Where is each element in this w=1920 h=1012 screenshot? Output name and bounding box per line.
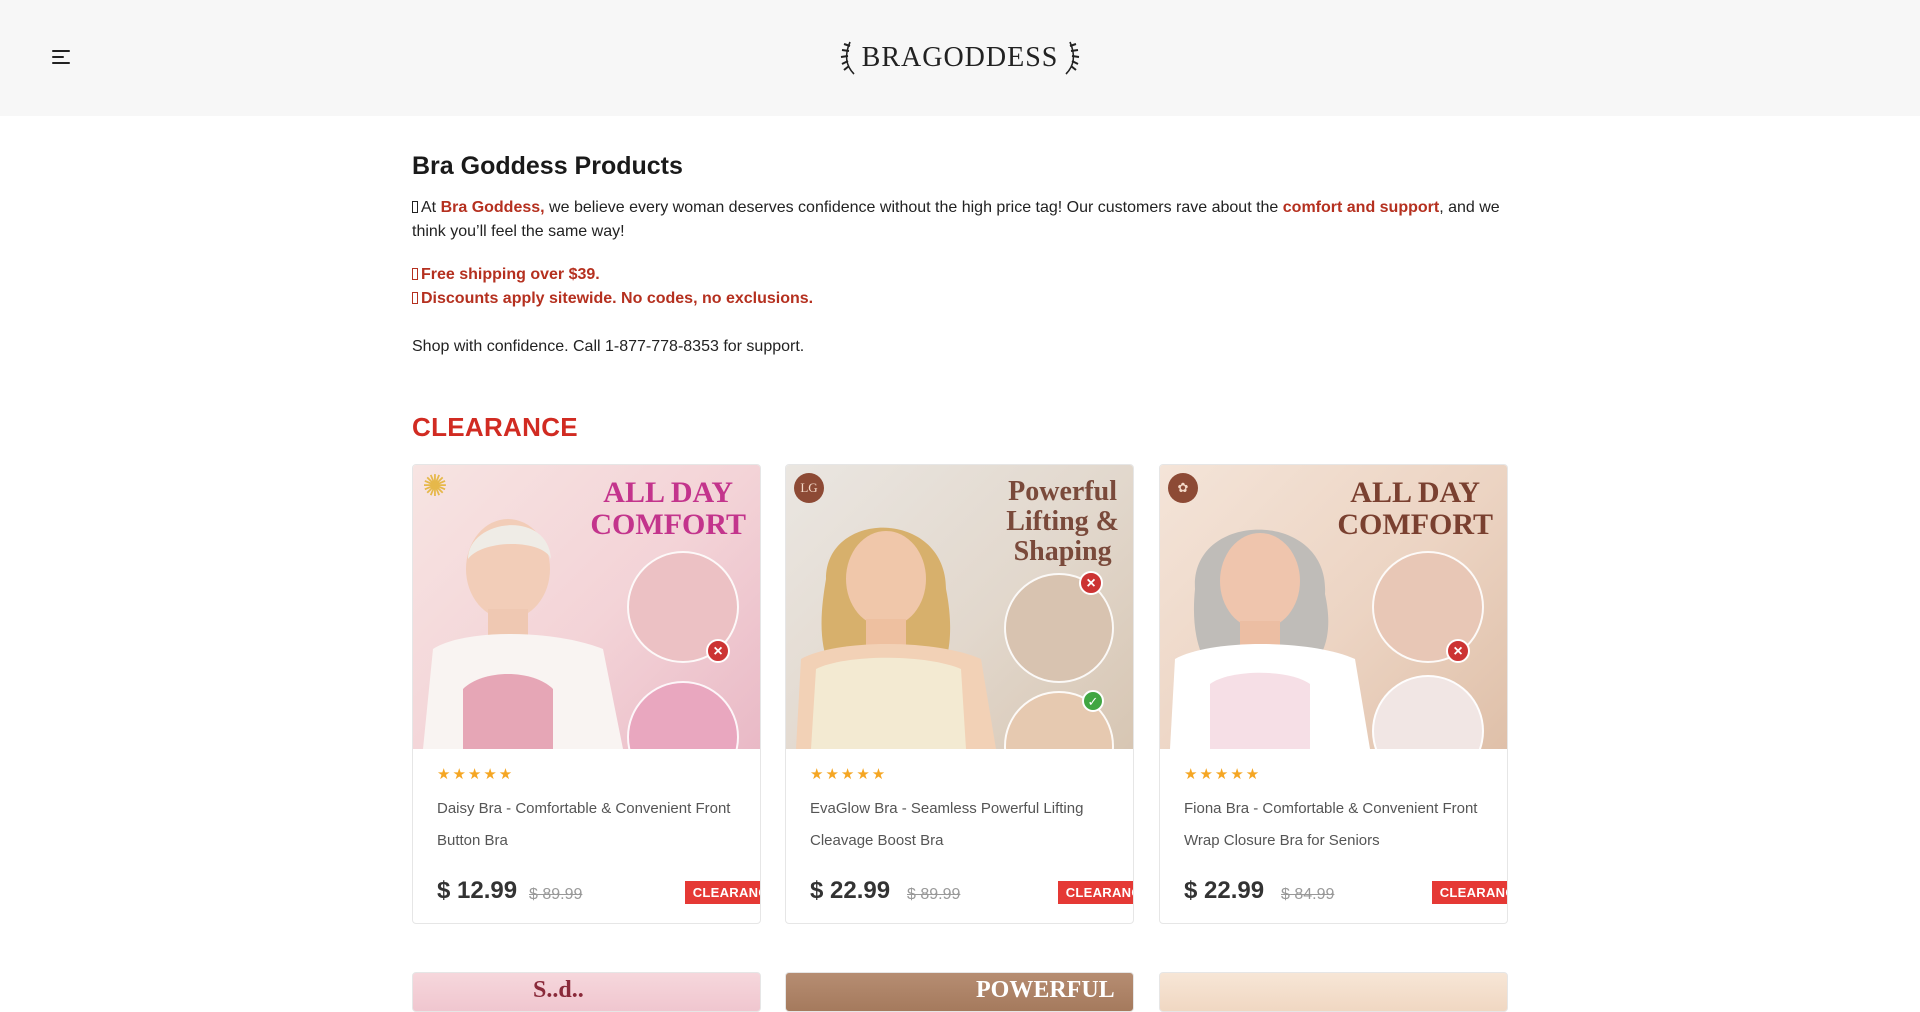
close-badge-icon: × [1446,639,1470,663]
product-old-price: $ 89.99 [529,886,583,903]
logo-wordmark: BRAGODDESS [861,42,1059,73]
rating-stars: ★★★★★ [1184,766,1262,783]
product-card[interactable]: ✿ ALL DAY COMFORT × ★★★★★ Fiona Bra - Co… [1159,464,1508,924]
clearance-tag: CLEARANCE [684,881,760,904]
product-info: ★★★★★ Fiona Bra - Comfortable & Convenie… [1184,765,1507,904]
product-old-price: $ 84.99 [1281,886,1335,903]
emoji-placeholder-icon [412,268,418,280]
partial-headline: S..d.. [533,977,584,1003]
image-headline-line: Shaping [1013,536,1112,567]
price-row: $ 22.99 $ 84.99 CLEARANCE [1184,877,1507,909]
product-info: ★★★★★ EvaGlow Bra - Seamless Powerful Li… [810,765,1133,904]
product-price: $ 12.99 [437,877,518,904]
product-card-partial[interactable] [1159,972,1508,1012]
site-header: BRAGODDESS [0,0,1920,116]
image-headline-line: Powerful [1008,476,1118,507]
product-card[interactable]: ✺ ALL DAY COMFORT × ★★★★★ Daisy Bra - Co… [412,464,761,924]
image-headline-line: Lifting & [1006,506,1119,537]
product-image[interactable]: LG Powerful Lifting & Shaping × ✓ [786,465,1133,749]
image-headline: Powerful Lifting & Shaping [1006,477,1119,567]
price-row: $ 12.99 $ 89.99 CLEARANCE [437,877,760,909]
product-name[interactable]: Fiona Bra - Comfortable & Convenient Fro… [1184,793,1484,857]
product-card[interactable]: LG Powerful Lifting & Shaping × ✓ ★★★★★ … [785,464,1134,924]
page-title: Bra Goddess Products [412,152,683,180]
detail-circle [627,681,739,749]
close-badge-icon: × [706,639,730,663]
product-info: ★★★★★ Daisy Bra - Comfortable & Convenie… [437,765,760,904]
rating-stars: ★★★★★ [437,766,515,783]
support-text: Shop with confidence. Call 1-877-778-835… [412,338,805,355]
product-image[interactable]: ✺ ALL DAY COMFORT × [413,465,760,749]
detail-circle [1372,675,1484,749]
section-title-clearance: CLEARANCE [412,412,578,442]
check-badge-icon: ✓ [1082,690,1104,712]
promo-free-shipping: Free shipping over $39. [412,266,600,284]
promo-discounts: Discounts apply sitewide. No codes, no e… [412,290,813,308]
site-logo[interactable]: BRAGODDESS [840,36,1080,80]
partial-headline: POWERFUL [976,977,1115,1003]
product-name[interactable]: Daisy Bra - Comfortable & Convenient Fro… [437,793,737,857]
close-badge-icon: × [1079,571,1103,595]
model-illustration [423,519,623,749]
clearance-tag: CLEARANCE [1431,881,1507,904]
intro-emphasis: comfort and support [1282,199,1440,216]
model-illustration [796,527,996,749]
intro-paragraph: At Bra Goddess, we believe every woman d… [412,196,1508,244]
product-image[interactable]: ✿ ALL DAY COMFORT × [1160,465,1507,749]
laurel-right-icon [1062,40,1080,76]
promo-free-shipping-text: Free shipping over $39. [421,266,600,283]
product-price: $ 22.99 [1184,877,1265,904]
product-card-partial[interactable]: POWERFUL [785,972,1134,1012]
product-old-price: $ 89.99 [907,886,961,903]
intro-brand: Bra Goddess, [440,199,545,216]
product-price: $ 22.99 [810,877,891,904]
promo-discounts-text: Discounts apply sitewide. No codes, no e… [421,290,814,307]
clearance-tag: CLEARANCE [1057,881,1133,904]
emoji-placeholder-icon [412,201,418,213]
product-card-partial[interactable]: S..d.. [412,972,761,1012]
intro-prefix: At [421,199,441,216]
rating-stars: ★★★★★ [810,766,888,783]
intro-middle: we believe every woman deserves confiden… [544,199,1283,216]
price-row: $ 22.99 $ 89.99 CLEARANCE [810,877,1133,909]
emoji-placeholder-icon [412,292,418,304]
product-name[interactable]: EvaGlow Bra - Seamless Powerful Lifting … [810,793,1110,857]
hamburger-menu-icon[interactable] [52,50,72,66]
model-illustration [1170,529,1370,749]
laurel-left-icon [840,40,858,76]
